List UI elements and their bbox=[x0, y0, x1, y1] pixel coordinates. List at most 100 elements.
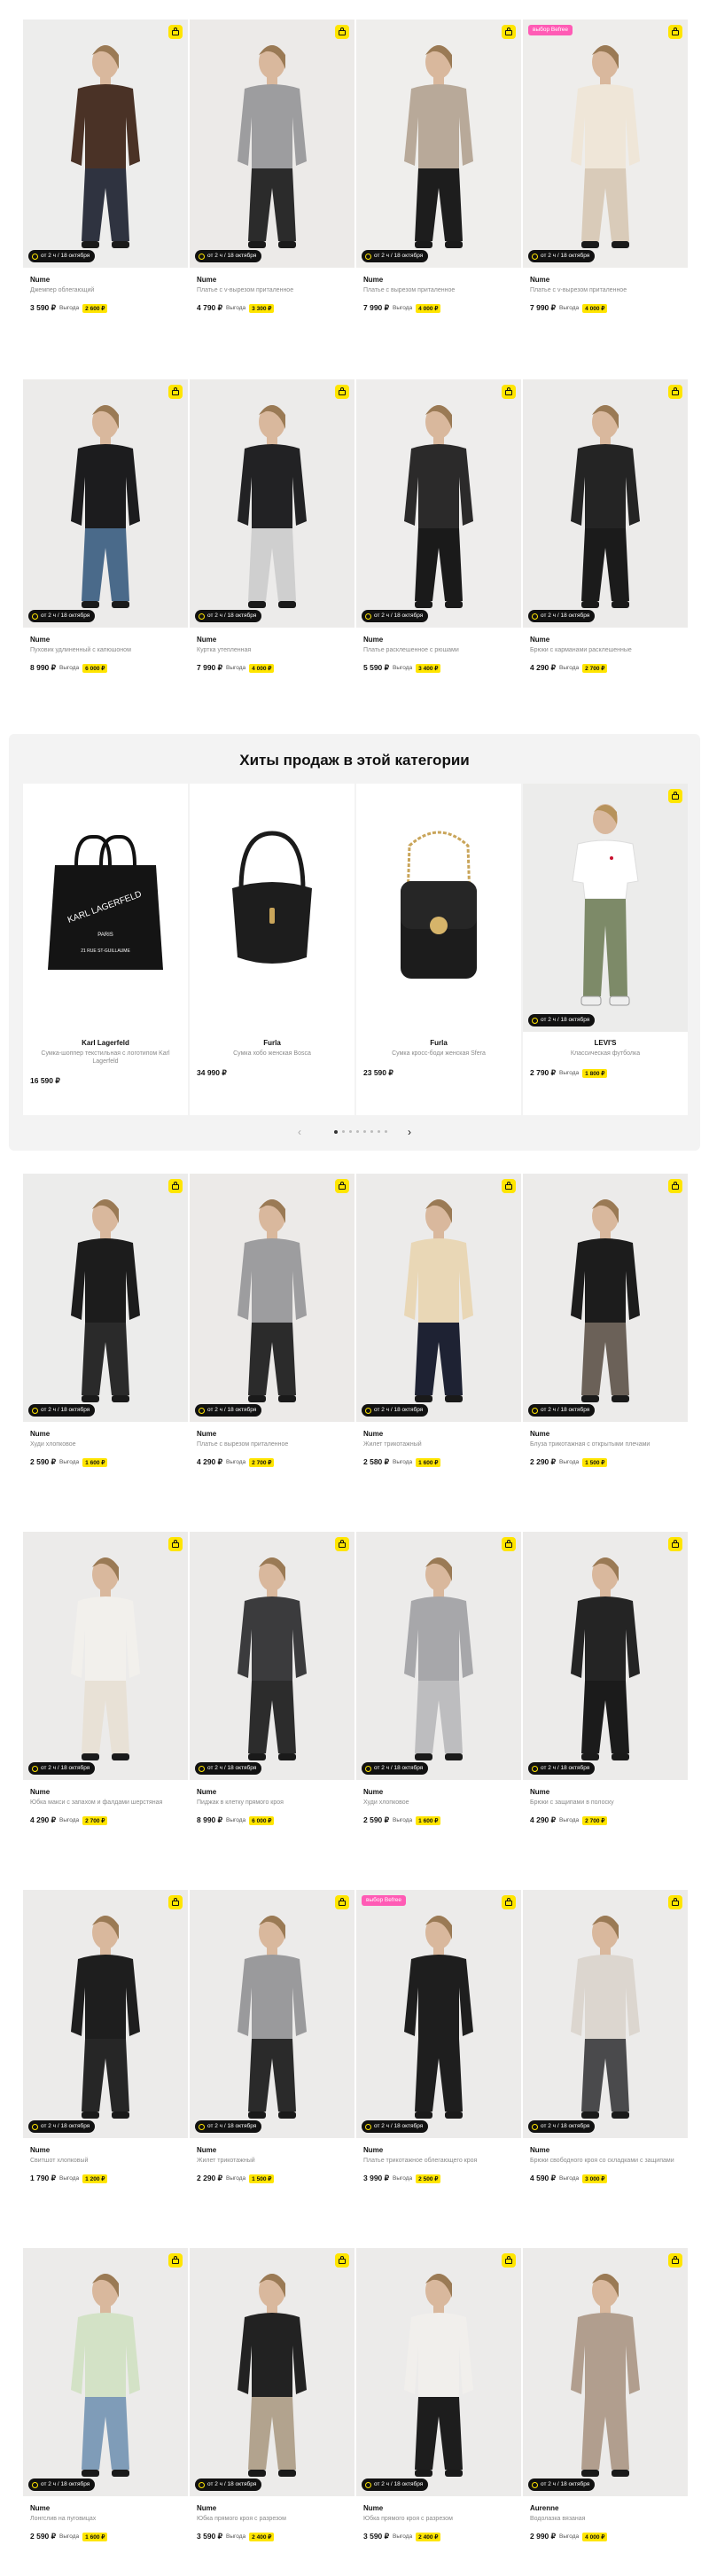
product-photo[interactable] bbox=[356, 784, 521, 1032]
add-to-cart-bag-icon[interactable] bbox=[335, 385, 349, 399]
add-to-cart-bag-icon[interactable] bbox=[668, 385, 682, 399]
product-photo[interactable]: от 2 ч / 18 октября bbox=[23, 1174, 188, 1422]
product-photo[interactable]: от 2 ч / 18 октября bbox=[356, 2248, 521, 2496]
product-name[interactable]: Юбка прямого кроя с разрезом bbox=[363, 2515, 514, 2523]
product-photo[interactable]: от 2 ч / 18 октября bbox=[190, 1174, 354, 1422]
product-photo[interactable]: выбор Befree от 2 ч / 18 октября bbox=[356, 1890, 521, 2138]
product-photo[interactable]: от 2 ч / 18 октября bbox=[523, 2248, 688, 2496]
product-name[interactable]: Худи хлопковое bbox=[363, 1799, 514, 1807]
carousel-prev-button[interactable]: ‹ bbox=[298, 1126, 301, 1138]
product-name[interactable]: Платье с v-вырезом приталенное bbox=[530, 286, 681, 294]
product-name[interactable]: Платье с вырезом приталенное bbox=[363, 286, 514, 294]
product-card[interactable]: от 2 ч / 18 октября Nume Платье расклеше… bbox=[356, 379, 521, 707]
add-to-cart-bag-icon[interactable] bbox=[668, 789, 682, 803]
add-to-cart-bag-icon[interactable] bbox=[168, 1537, 183, 1551]
add-to-cart-bag-icon[interactable] bbox=[168, 1179, 183, 1193]
product-name[interactable]: Сумка кросс-боди женская Sfera bbox=[363, 1050, 514, 1058]
add-to-cart-bag-icon[interactable] bbox=[168, 385, 183, 399]
product-card[interactable]: от 2 ч / 18 октября Nume Брюки свободног… bbox=[523, 1890, 688, 2218]
product-card[interactable]: от 2 ч / 18 октября Nume Лонгслив на пуг… bbox=[23, 2248, 188, 2576]
add-to-cart-bag-icon[interactable] bbox=[335, 1179, 349, 1193]
product-photo[interactable]: от 2 ч / 18 октября bbox=[356, 379, 521, 628]
product-card[interactable]: от 2 ч / 18 октября Nume Пуховик удлинен… bbox=[23, 379, 188, 707]
bestseller-card[interactable]: Furla Сумка кросс-боди женская Sfera 23 … bbox=[356, 784, 521, 1115]
product-card[interactable]: от 2 ч / 18 октября Nume Юбка прямого кр… bbox=[356, 2248, 521, 2576]
add-to-cart-bag-icon[interactable] bbox=[668, 25, 682, 39]
product-photo[interactable]: выбор Befree от 2 ч / 18 октября bbox=[523, 20, 688, 268]
product-name[interactable]: Брюки с карманами расклешенные bbox=[530, 646, 681, 654]
bestseller-card[interactable]: KARL LAGERFELD PARIS 21 RUE ST-GUILLAUME… bbox=[23, 784, 188, 1115]
product-name[interactable]: Юбка прямого кроя с разрезом bbox=[197, 2515, 347, 2523]
product-name[interactable]: Классическая футболка bbox=[530, 1050, 681, 1058]
product-name[interactable]: Брюки свободного кроя со складками с защ… bbox=[530, 2157, 681, 2165]
product-name[interactable]: Пуховик удлиненный с капюшоном bbox=[30, 646, 181, 654]
product-photo[interactable]: от 2 ч / 18 октября bbox=[523, 1174, 688, 1422]
product-name[interactable]: Пиджак в клетку прямого кроя bbox=[197, 1799, 347, 1807]
carousel-dot[interactable] bbox=[385, 1130, 387, 1133]
product-name[interactable]: Худи хлопковое bbox=[30, 1440, 181, 1448]
product-name[interactable]: Юбка макси с запахом и фалдами шерстяная bbox=[30, 1799, 181, 1807]
product-name[interactable]: Лонгслив на пуговицах bbox=[30, 2515, 181, 2523]
product-photo[interactable]: от 2 ч / 18 октября bbox=[523, 784, 688, 1032]
product-card[interactable]: от 2 ч / 18 октября Nume Жилет трикотажн… bbox=[356, 1174, 521, 1502]
add-to-cart-bag-icon[interactable] bbox=[502, 1179, 516, 1193]
product-name[interactable]: Сумка хобо женская Bosca bbox=[197, 1050, 347, 1058]
bestseller-card[interactable]: от 2 ч / 18 октября LEVI'S Классическая … bbox=[523, 784, 688, 1115]
add-to-cart-bag-icon[interactable] bbox=[502, 25, 516, 39]
add-to-cart-bag-icon[interactable] bbox=[335, 1537, 349, 1551]
product-photo[interactable]: от 2 ч / 18 октября bbox=[190, 1532, 354, 1780]
carousel-dot[interactable] bbox=[349, 1130, 352, 1133]
product-photo[interactable]: от 2 ч / 18 октября bbox=[190, 2248, 354, 2496]
product-card[interactable]: от 2 ч / 18 октября Nume Юбка макси с за… bbox=[23, 1532, 188, 1860]
add-to-cart-bag-icon[interactable] bbox=[168, 2253, 183, 2268]
add-to-cart-bag-icon[interactable] bbox=[668, 1895, 682, 1909]
product-name[interactable]: Джемпер облегающий bbox=[30, 286, 181, 294]
product-card[interactable]: от 2 ч / 18 октября Aurenne Водолазка вя… bbox=[523, 2248, 688, 2576]
product-photo[interactable]: от 2 ч / 18 октября bbox=[23, 2248, 188, 2496]
product-name[interactable]: Жилет трикотажный bbox=[363, 1440, 514, 1448]
add-to-cart-bag-icon[interactable] bbox=[502, 2253, 516, 2268]
product-name[interactable]: Платье с вырезом приталенное bbox=[197, 1440, 347, 1448]
product-card[interactable]: от 2 ч / 18 октября Nume Худи хлопковое … bbox=[23, 1174, 188, 1502]
add-to-cart-bag-icon[interactable] bbox=[502, 385, 516, 399]
product-photo[interactable]: от 2 ч / 18 октября bbox=[356, 1174, 521, 1422]
carousel-dot[interactable] bbox=[370, 1130, 373, 1133]
product-card[interactable]: от 2 ч / 18 октября Nume Платье с v-выре… bbox=[190, 20, 354, 347]
product-photo[interactable]: от 2 ч / 18 октября bbox=[523, 1890, 688, 2138]
add-to-cart-bag-icon[interactable] bbox=[668, 1537, 682, 1551]
product-card[interactable]: от 2 ч / 18 октября Nume Платье с вырезо… bbox=[190, 1174, 354, 1502]
product-name[interactable]: Сумка-шоппер текстильная с логотипом Kar… bbox=[30, 1050, 181, 1066]
add-to-cart-bag-icon[interactable] bbox=[668, 1179, 682, 1193]
product-card[interactable]: от 2 ч / 18 октября Nume Пиджак в клетку… bbox=[190, 1532, 354, 1860]
carousel-dot[interactable] bbox=[363, 1130, 366, 1133]
product-photo[interactable] bbox=[190, 784, 354, 1032]
product-card[interactable]: от 2 ч / 18 октября Nume Платье с вырезо… bbox=[356, 20, 521, 347]
product-name[interactable]: Платье трикотажное облегающего кроя bbox=[363, 2157, 514, 2165]
carousel-dot[interactable] bbox=[378, 1130, 380, 1133]
product-name[interactable]: Блуза трикотажная с открытыми плечами bbox=[530, 1440, 681, 1448]
product-name[interactable]: Жилет трикотажный bbox=[197, 2157, 347, 2165]
product-card[interactable]: от 2 ч / 18 октября Nume Блуза трикотажн… bbox=[523, 1174, 688, 1502]
product-photo[interactable]: KARL LAGERFELD PARIS 21 RUE ST-GUILLAUME bbox=[23, 784, 188, 1032]
product-card[interactable]: от 2 ч / 18 октября Nume Брюки с кармана… bbox=[523, 379, 688, 707]
product-name[interactable]: Куртка утепленная bbox=[197, 646, 347, 654]
product-card[interactable]: от 2 ч / 18 октября Nume Худи хлопковое … bbox=[356, 1532, 521, 1860]
product-card[interactable]: от 2 ч / 18 октября Nume Жилет трикотажн… bbox=[190, 1890, 354, 2218]
product-photo[interactable]: от 2 ч / 18 октября bbox=[23, 20, 188, 268]
product-name[interactable]: Платье расклешенное с рюшами bbox=[363, 646, 514, 654]
product-card[interactable]: от 2 ч / 18 октября Nume Брюки с защипам… bbox=[523, 1532, 688, 1860]
carousel-dot[interactable] bbox=[342, 1130, 345, 1133]
product-photo[interactable]: от 2 ч / 18 октября bbox=[356, 20, 521, 268]
product-photo[interactable]: от 2 ч / 18 октября bbox=[190, 379, 354, 628]
product-card[interactable]: от 2 ч / 18 октября Nume Джемпер облегаю… bbox=[23, 20, 188, 347]
add-to-cart-bag-icon[interactable] bbox=[502, 1537, 516, 1551]
bestseller-card[interactable]: Furla Сумка хобо женская Bosca 34 990 ₽ bbox=[190, 784, 354, 1115]
product-photo[interactable]: от 2 ч / 18 октября bbox=[23, 1890, 188, 2138]
product-card[interactable]: выбор Befree от 2 ч / 18 октября Nume Пл… bbox=[356, 1890, 521, 2218]
add-to-cart-bag-icon[interactable] bbox=[335, 25, 349, 39]
carousel-dot[interactable] bbox=[334, 1129, 338, 1134]
product-name[interactable]: Платье с v-вырезом приталенное bbox=[197, 286, 347, 294]
add-to-cart-bag-icon[interactable] bbox=[335, 1895, 349, 1909]
add-to-cart-bag-icon[interactable] bbox=[168, 1895, 183, 1909]
product-card[interactable]: от 2 ч / 18 октября Nume Юбка прямого кр… bbox=[190, 2248, 354, 2576]
